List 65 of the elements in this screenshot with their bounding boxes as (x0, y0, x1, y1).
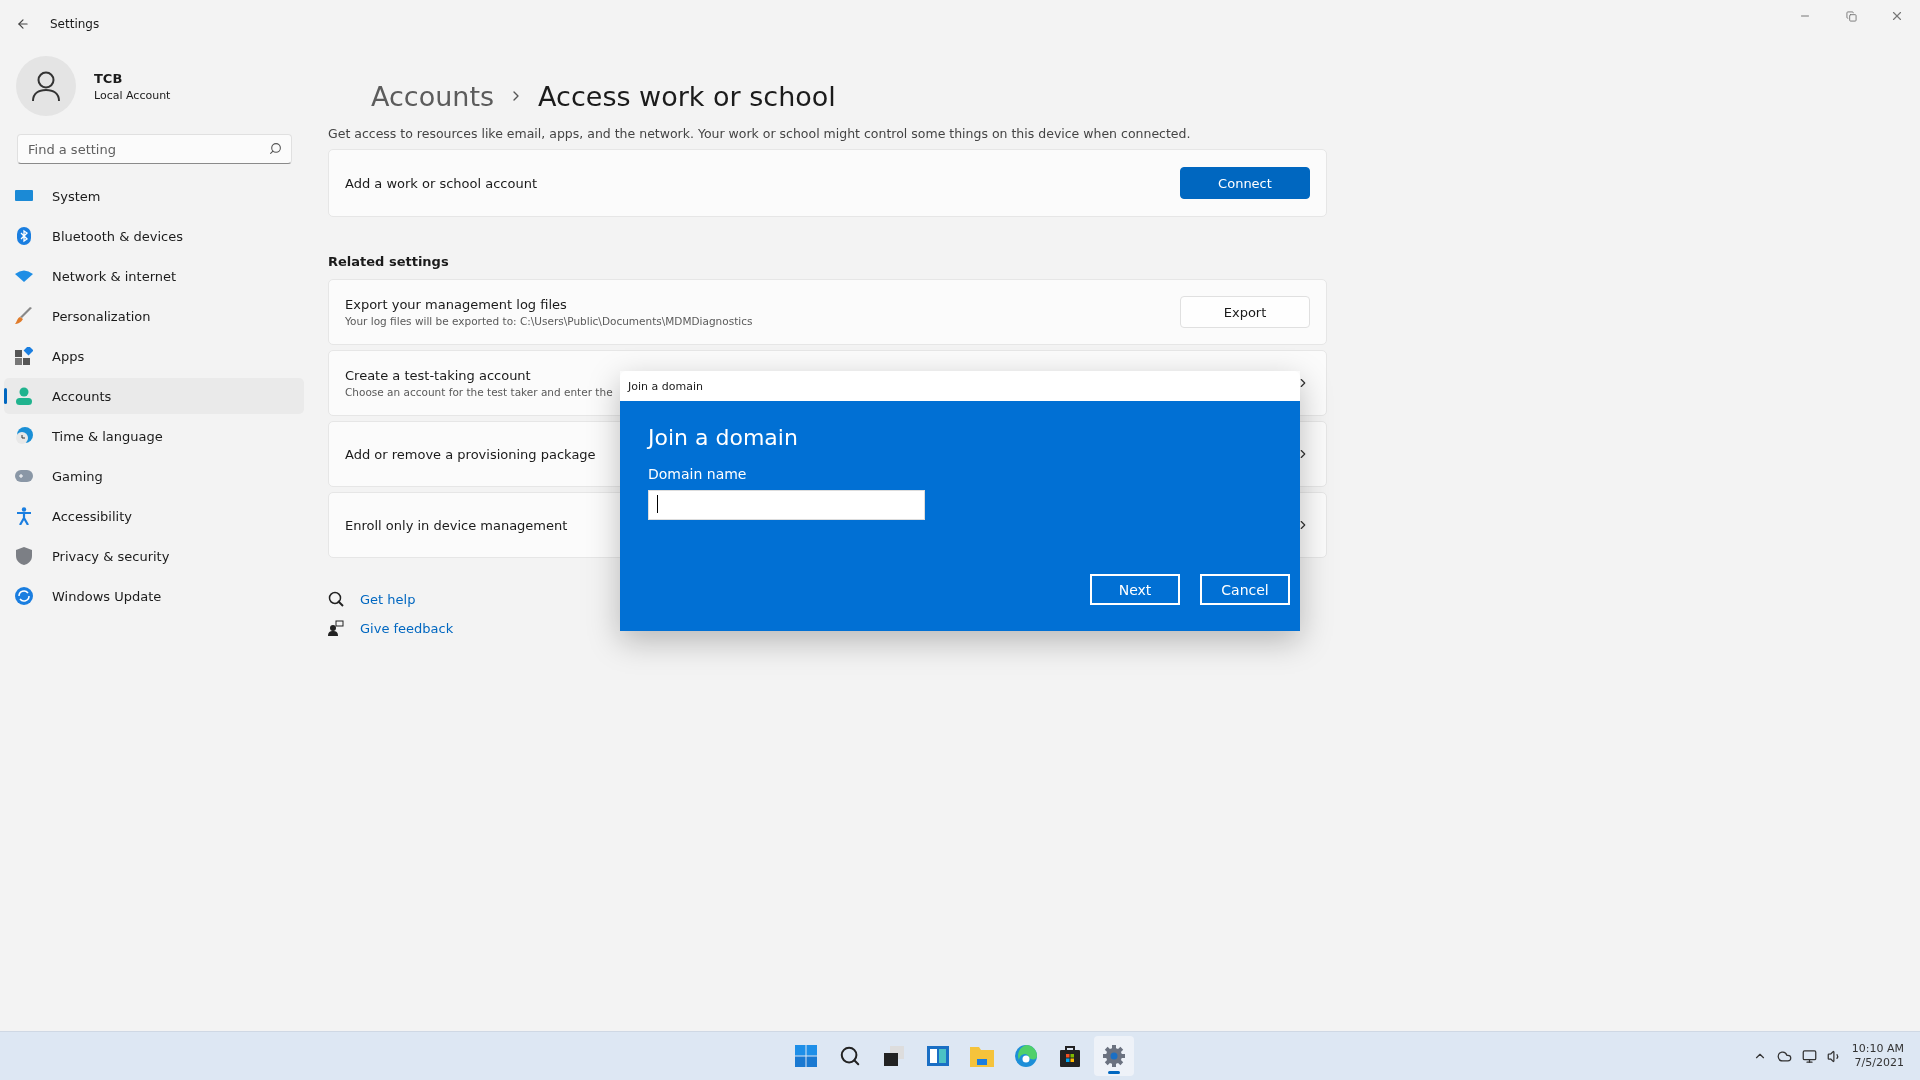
nav-icon (14, 387, 34, 405)
domain-name-field[interactable] (648, 490, 925, 520)
search-icon (839, 1045, 861, 1067)
nav-item[interactable]: Windows Update (4, 578, 304, 614)
nav-item[interactable]: Time & language (4, 418, 304, 454)
store-icon (1059, 1045, 1081, 1067)
nav-icon (14, 347, 34, 365)
card-subtitle: Your log files will be exported to: C:\Users\Public\Documents\MDMDiagnostics (345, 315, 753, 327)
settings-icon (1103, 1045, 1125, 1067)
settings-button[interactable] (1094, 1036, 1134, 1076)
account-type: Local Account (94, 88, 171, 102)
nav-item[interactable]: Bluetooth & devices (4, 218, 304, 254)
back-button[interactable] (16, 17, 30, 31)
connect-button[interactable]: Connect (1180, 167, 1310, 199)
folder-icon (970, 1045, 994, 1067)
nav-item[interactable]: Privacy & security (4, 538, 304, 574)
nav-item[interactable]: Accessibility (4, 498, 304, 534)
cloud-icon[interactable] (1776, 1048, 1792, 1064)
nav-item[interactable]: System (4, 178, 304, 214)
help-link[interactable]: Get help (360, 591, 416, 607)
card-title: Export your management log files (345, 297, 568, 312)
breadcrumb-link[interactable]: Accounts (371, 80, 495, 112)
cancel-button[interactable]: Cancel (1200, 574, 1290, 605)
next-button[interactable]: Next (1090, 574, 1180, 605)
task-view-icon (883, 1045, 905, 1067)
page-title: Access work or school (538, 80, 836, 112)
page-description: Get access to resources like email, apps, and the network. Your work or school might control some things on this device when connected. (328, 126, 1192, 141)
export-button[interactable]: Export (1180, 296, 1310, 328)
nav-icon (14, 587, 34, 605)
card-title: Add or remove a provisioning package (345, 446, 597, 462)
nav-item[interactable]: Gaming (4, 458, 304, 494)
card-subtitle: Choose an account for the test taker and enter the (345, 386, 613, 398)
section-heading: Related settings (328, 254, 450, 269)
restore-icon (1845, 10, 1857, 22)
card-title: Add a work or school account (345, 175, 539, 191)
help-icon (328, 591, 344, 607)
start-icon (795, 1045, 817, 1067)
nav-icon (14, 470, 34, 482)
feedback-icon (328, 620, 344, 636)
help-link[interactable]: Give feedback (360, 620, 454, 636)
nav-item[interactable]: Network & internet (4, 258, 304, 294)
nav-icon (14, 269, 34, 283)
window-title: Settings (50, 17, 100, 31)
dialog-heading: Join a domain (648, 425, 799, 450)
nav-icon (14, 227, 34, 245)
search-field[interactable]: Find a setting (17, 134, 292, 164)
clock[interactable]: 10:10 AM 7/5/2021 (1851, 1042, 1904, 1070)
search-icon (269, 142, 282, 155)
nav-icon (14, 189, 34, 203)
nav-icon (14, 547, 34, 565)
close-icon (1890, 9, 1904, 23)
widgets-icon (927, 1045, 949, 1067)
card-title: Enroll only in device management (345, 517, 569, 533)
nav-icon (14, 307, 34, 325)
nav-item[interactable]: Accounts (4, 378, 304, 414)
network-icon[interactable] (1801, 1048, 1817, 1064)
nav-item[interactable]: Apps (4, 338, 304, 374)
browser-icon (1015, 1045, 1037, 1067)
card-title: Create a test-taking account (345, 368, 532, 383)
nav-item[interactable]: Personalization (4, 298, 304, 334)
dialog-title: Join a domain (628, 379, 703, 393)
nav-icon (14, 507, 34, 525)
user-name: TCB (94, 70, 124, 86)
nav-icon (14, 427, 34, 445)
field-label: Domain name (648, 466, 748, 482)
